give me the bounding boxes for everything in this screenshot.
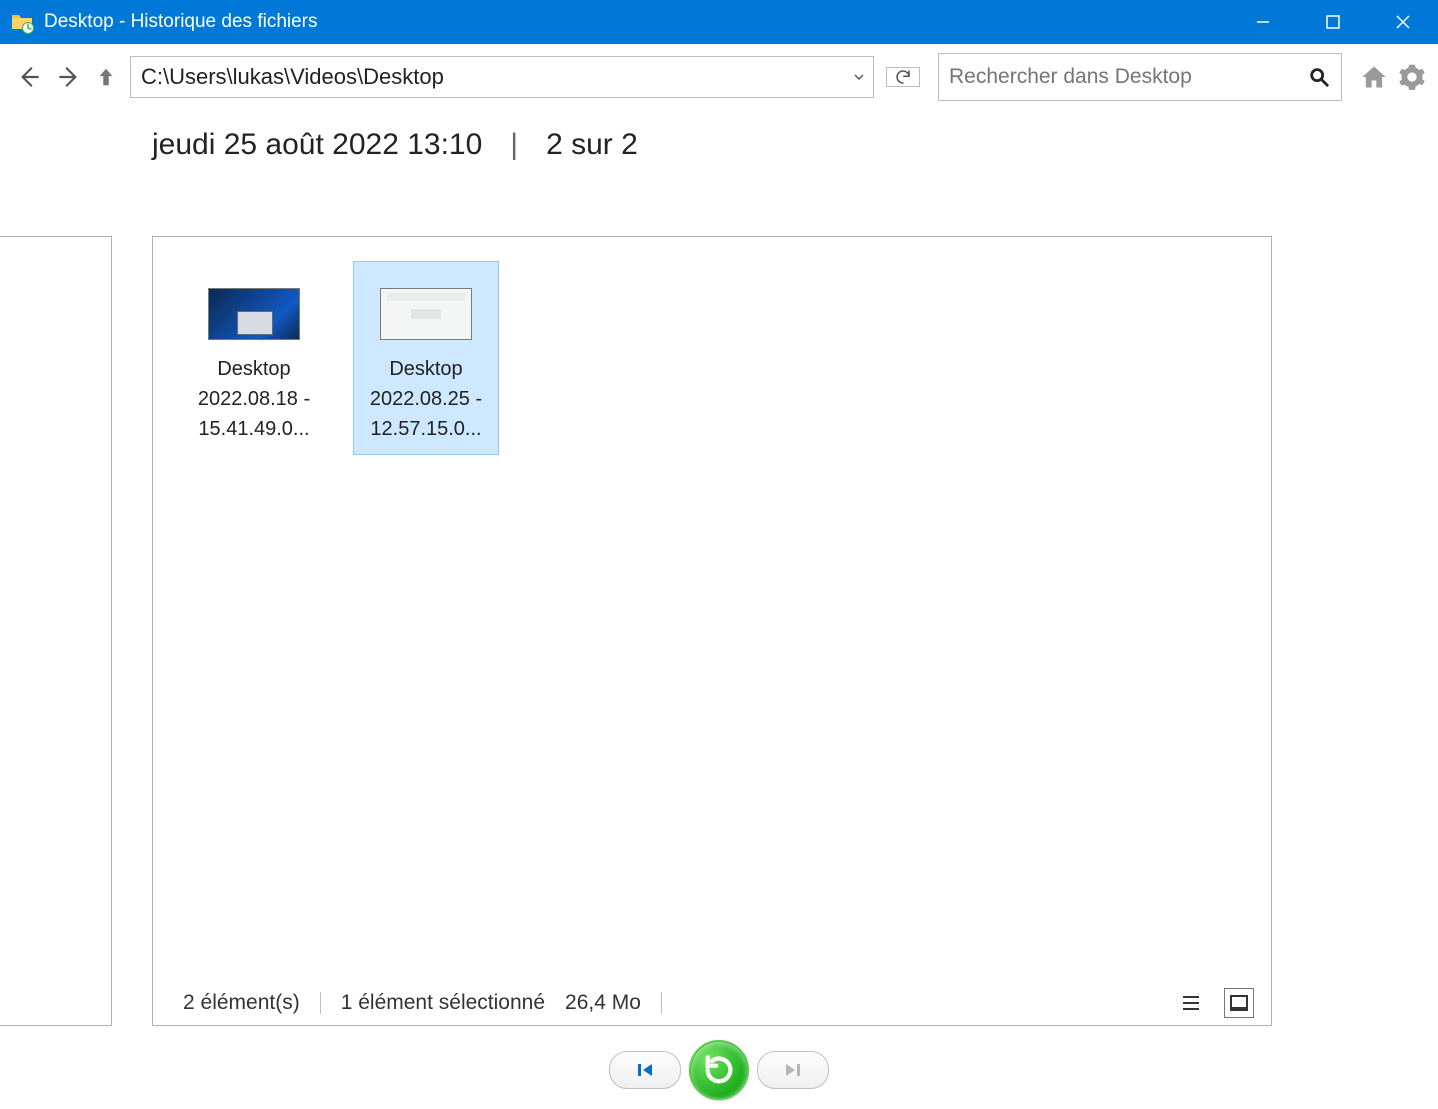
previous-version-peek[interactable]	[0, 236, 112, 1026]
file-thumbnail	[208, 288, 300, 340]
status-count: 2 élément(s)	[183, 991, 300, 1015]
navigation-bar	[0, 44, 1438, 110]
home-icon[interactable]	[1358, 61, 1390, 93]
file-label: Desktop 2022.08.25 - 12.57.15.0...	[358, 354, 494, 444]
title-bar: Desktop - Historique des fichiers	[0, 0, 1438, 44]
search-icon[interactable]	[1297, 54, 1341, 100]
version-position: 2 sur 2	[546, 128, 638, 162]
gear-icon[interactable]	[1396, 61, 1428, 93]
minimize-button[interactable]	[1228, 0, 1298, 44]
previous-version-button[interactable]	[609, 1051, 681, 1089]
view-thumbnails-icon[interactable]	[1225, 989, 1253, 1017]
restore-button[interactable]	[689, 1040, 749, 1100]
address-bar	[130, 56, 874, 98]
status-sep	[320, 992, 321, 1014]
file-thumbnail	[380, 288, 472, 340]
header-separator: |	[510, 128, 518, 162]
file-label: Desktop 2022.08.18 - 15.41.49.0...	[186, 354, 322, 444]
address-dropdown-icon[interactable]	[845, 57, 873, 97]
status-bar: 2 élément(s) 1 élément sélectionné 26,4 …	[153, 981, 1271, 1025]
back-button[interactable]	[10, 59, 46, 95]
window-title: Desktop - Historique des fichiers	[44, 11, 318, 33]
file-item[interactable]: Desktop 2022.08.18 - 15.41.49.0...	[181, 261, 327, 455]
file-item[interactable]: Desktop 2022.08.25 - 12.57.15.0...	[353, 261, 499, 455]
file-grid: Desktop 2022.08.18 - 15.41.49.0... Deskto…	[153, 237, 1271, 981]
maximize-button[interactable]	[1298, 0, 1368, 44]
up-button[interactable]	[94, 65, 118, 89]
app-folder-icon	[10, 10, 34, 34]
bottom-controls	[0, 1040, 1438, 1100]
search-input[interactable]	[939, 65, 1297, 89]
address-input[interactable]	[131, 57, 845, 97]
refresh-button[interactable]	[886, 67, 920, 87]
file-panel: Desktop 2022.08.18 - 15.41.49.0... Deskto…	[152, 236, 1272, 1026]
next-version-button[interactable]	[757, 1051, 829, 1089]
search-bar	[938, 53, 1342, 101]
close-button[interactable]	[1368, 0, 1438, 44]
view-details-icon[interactable]	[1177, 989, 1205, 1017]
version-timestamp: jeudi 25 août 2022 13:10	[152, 128, 482, 162]
status-size: 26,4 Mo	[565, 991, 641, 1015]
status-sep-2	[661, 992, 662, 1014]
forward-button[interactable]	[52, 59, 88, 95]
version-header: jeudi 25 août 2022 13:10 | 2 sur 2	[0, 110, 1438, 180]
status-selection: 1 élément sélectionné	[341, 991, 545, 1015]
